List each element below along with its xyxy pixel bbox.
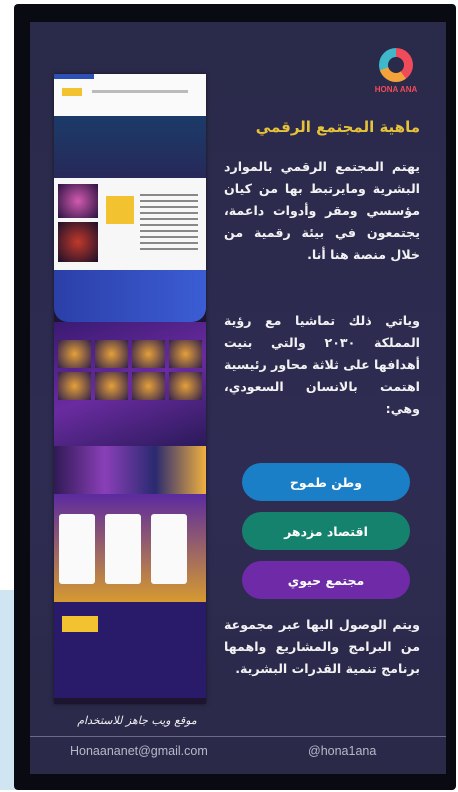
- pillar-button-ambitious-nation[interactable]: وطن طموح: [242, 463, 410, 501]
- website-mockup: [54, 74, 206, 704]
- section-title: ماهية المجتمع الرقمي: [255, 118, 420, 136]
- pillar-button-thriving-economy[interactable]: اقتصاد مزدهر: [242, 512, 410, 550]
- mockup-header: [54, 74, 206, 116]
- mockup-caption: موقع ويب جاهز للاستخدام: [77, 714, 197, 727]
- mockup-hero-image: [54, 116, 206, 178]
- mockup-gallery: [54, 322, 206, 446]
- mockup-team-cards: [54, 494, 206, 602]
- mockup-stats-band: [54, 270, 206, 322]
- logo-icon: [379, 48, 413, 82]
- info-card: HONA ANA ماهية المجتمع الرقمي يهتم المجت…: [30, 22, 446, 774]
- intro-paragraph: يهتم المجتمع الرقمي بالموارد البشرية وما…: [224, 159, 420, 262]
- contact-email[interactable]: Honaananet@gmail.com: [70, 744, 208, 758]
- mockup-about-section: [54, 178, 206, 270]
- mockup-fireworks-strip: [54, 446, 206, 494]
- footer-divider: [30, 736, 446, 737]
- page: HONA ANA ماهية المجتمع الرقمي يهتم المجت…: [0, 0, 458, 792]
- brand-logo: HONA ANA: [366, 48, 426, 114]
- programs-paragraph: ويتم الوصول اليها عبر مجموعة من البرامج …: [224, 617, 420, 676]
- vision-paragraph: وياتي ذلك تماشيا مع رؤية المملكة ٢٠٣٠ وا…: [223, 313, 421, 416]
- social-handle[interactable]: @hona1ana: [308, 744, 376, 758]
- logo-text: HONA ANA: [374, 85, 418, 94]
- mockup-footer: [54, 602, 206, 698]
- pillar-button-vibrant-society[interactable]: مجتمع حيوي: [242, 561, 410, 599]
